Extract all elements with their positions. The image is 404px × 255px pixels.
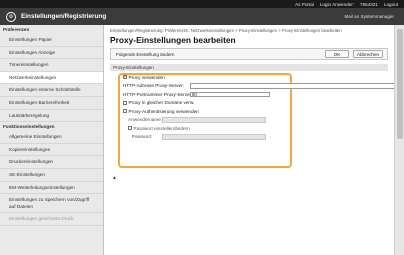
password-row: Passwort: [110,133,388,142]
sidebar-item-volume[interactable]: Lautstärkeregelung [0,110,103,123]
set-password-checkbox[interactable] [128,126,132,131]
logout-link[interactable]: Logout [384,2,398,7]
sidebar-item-network[interactable]: Netzwerkeinstellungen [0,71,103,85]
use-proxy-label: Proxy verwenden [128,74,165,80]
password-input[interactable] [162,134,266,140]
sidebar-item-timer[interactable]: Timereinstellungen [0,59,103,72]
section-heading: Proxy-Einstellungen [110,64,388,72]
login-user-label: Login Anwender: [319,1,355,7]
sidebar-item-paper[interactable]: Einstellungen Papier [0,34,103,47]
set-password-row: Passwort einstellen/ändern [110,124,388,133]
scrollbar[interactable] [394,25,404,255]
use-proxy-row: ✓ Proxy verwenden [110,73,388,82]
proxy-settings-group: ✓ Proxy verwenden HTTP-Adresse Proxy-Ser… [110,73,404,169]
app-header: ⚙ Einstellungen/Registrierung Mail an Sy… [0,8,404,25]
scrollbar-thumb[interactable] [397,29,403,139]
use-proxy-checkbox[interactable]: ✓ [123,75,127,80]
action-bar: Folgende Einstellung ändern OK Abbrechen [110,48,388,61]
username-input[interactable] [162,117,266,123]
sidebar-item-secure-print[interactable]: Einstellungen gesicherte Druck [0,213,103,226]
ok-button[interactable]: OK [325,50,349,59]
sidebar-section-functions: Funktionseinstellungen [3,124,55,130]
password-label: Passwort: [132,134,153,140]
sidebar-item-printer[interactable]: Druckereinstellungen [0,156,103,169]
use-auth-label: Proxy-Authentisierung verwenden [128,108,199,114]
sidebar-item-copy[interactable]: Kopiereinstellungen [0,144,103,157]
back-to-top-icon[interactable]: ▲ [112,175,117,181]
sidebar-section-preferences: Präferenzen [3,27,30,32]
same-domain-label: Proxy in gleicher Domäne verw. [128,100,195,106]
settings-logo-icon: ⚙ [6,11,16,22]
http-port-input[interactable]: 80 [190,91,270,98]
portal-link[interactable]: As Portal [295,2,314,7]
sidebar-item-forwarding[interactable]: EM-Weiterleitungseinstellungen [0,182,103,195]
use-auth-row: Proxy-Authentisierung verwenden [110,107,388,116]
http-address-label: HTTP-Adresse Proxy-Server: [123,83,184,89]
http-address-row: HTTP-Adresse Proxy-Server: [110,82,404,91]
sidebar-item-display[interactable]: Einstellungen Anzeige [0,47,103,60]
app-title: Einstellungen/Registrierung [21,13,107,20]
set-password-label: Passwort einstellen/ändern [133,125,190,131]
user-id: 7654321 [360,1,378,7]
same-domain-checkbox[interactable] [123,100,127,105]
sidebar-item-send[interactable]: SE-Einstellungen [0,169,103,182]
top-bar: As Portal Login Anwender: 7654321 Logout [0,0,404,8]
sidebar-item-general[interactable]: Allgemeine Einstellungen [0,131,103,144]
sidebar-item-store-access[interactable]: Einstellungen zu Speichern von/Zugriff a… [0,194,103,214]
breadcrumb: Einstellungen/Registrierung: Präferenzen… [110,28,342,33]
page-title: Proxy-Einstellungen bearbeiten [110,35,236,46]
sidebar-item-external-interface[interactable]: Einstellungen externe Schnittstelle [0,84,103,97]
sidebar-item-accessibility[interactable]: Einstellungen Barrierefreiheit [0,97,103,110]
http-address-input[interactable] [190,83,404,89]
action-bar-label: Folgende Einstellung ändern [116,51,175,57]
main-content: Einstellungen/Registrierung: Präferenzen… [104,25,404,255]
sidebar: Präferenzen Einstellungen Papier Einstel… [0,25,104,255]
username-label: Anwendername: [128,117,163,123]
http-port-row: HTTP-Portnummer Proxy-Server: 80 [110,90,388,99]
cancel-button[interactable]: Abbrechen [353,50,383,59]
use-auth-checkbox[interactable] [123,109,127,114]
http-port-label: HTTP-Portnummer Proxy-Server: [123,91,193,97]
same-domain-row: Proxy in gleicher Domäne verw. [110,99,388,108]
username-row: Anwendername: [110,116,388,125]
mail-admin-link[interactable]: Mail an Systemmanager [344,14,394,19]
